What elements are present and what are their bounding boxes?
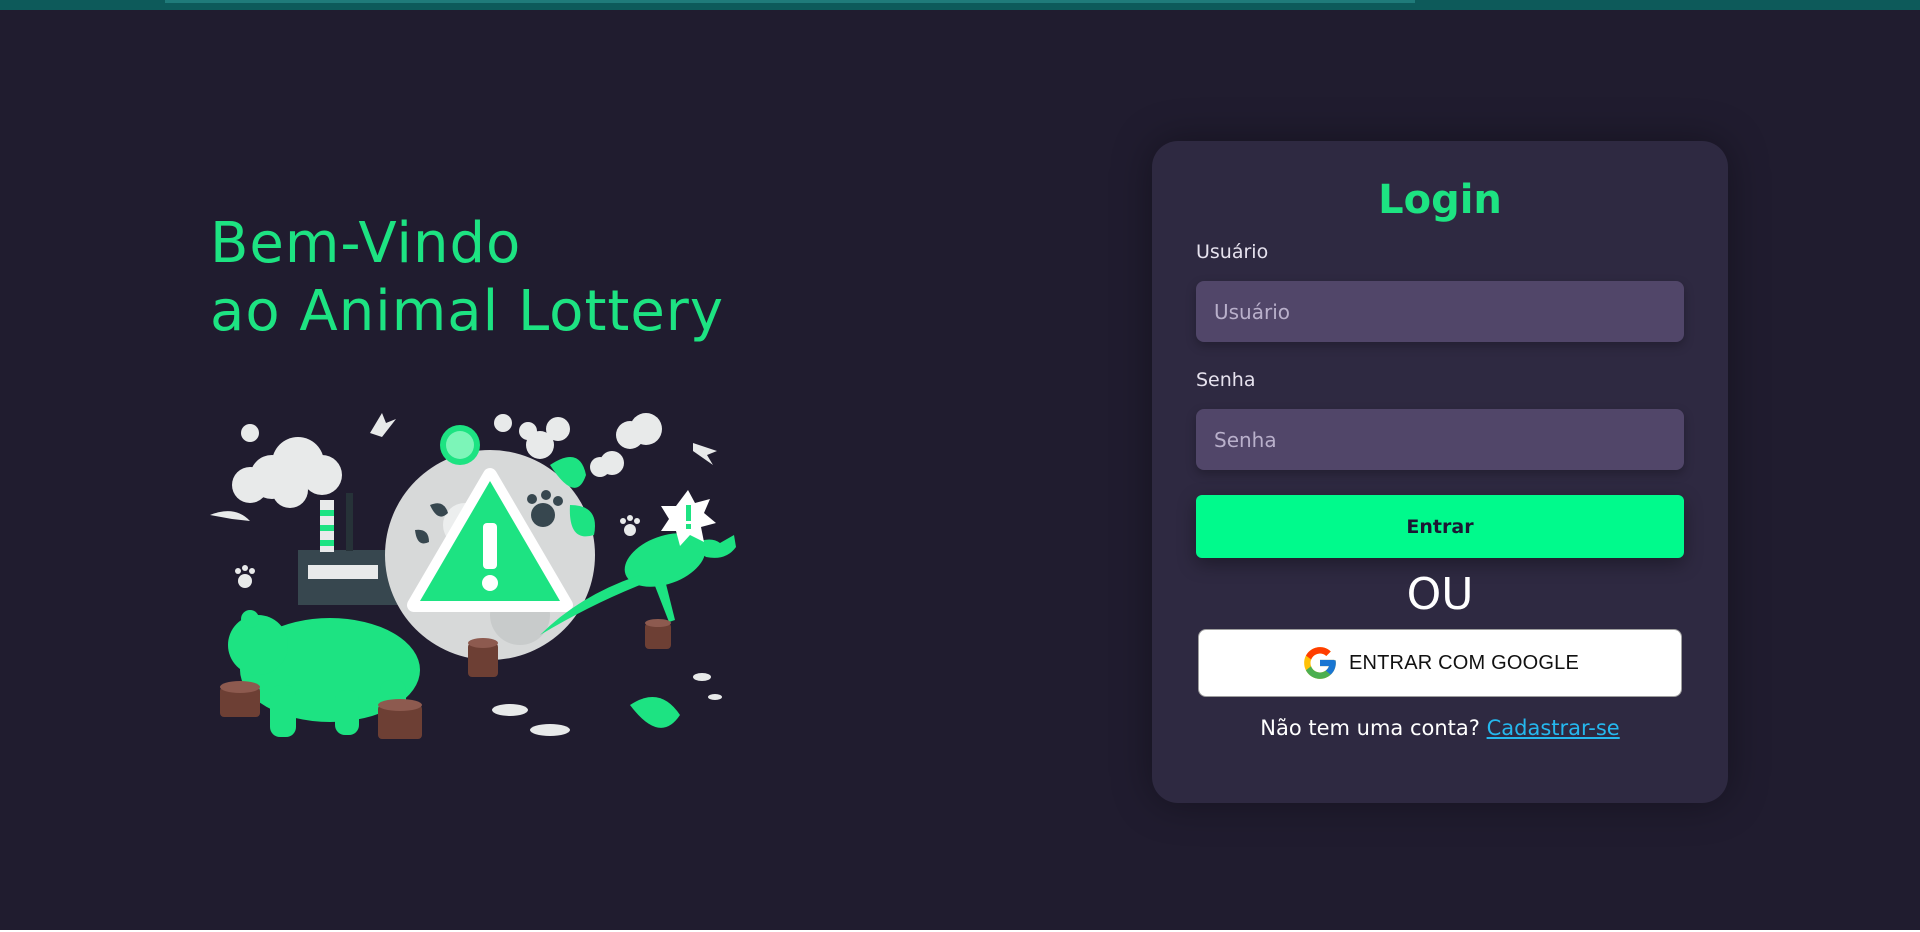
welcome-heading: Bem-Vindo ao Animal Lottery (210, 210, 724, 346)
password-input[interactable] (1196, 409, 1684, 470)
password-label: Senha (1196, 369, 1256, 391)
username-label: Usuário (1196, 241, 1269, 263)
browser-top-strip (0, 0, 1920, 10)
top-strip-highlight (165, 0, 1415, 3)
google-icon (1304, 647, 1336, 679)
google-sign-in-button[interactable]: ENTRAR COM GOOGLE (1198, 629, 1682, 697)
fish-icon (492, 673, 722, 736)
signup-prompt-text: Não tem uma conta? (1260, 716, 1480, 740)
signup-prompt: Não tem uma conta? Cadastrar-se (1152, 716, 1728, 740)
signup-link[interactable]: Cadastrar-se (1487, 716, 1620, 740)
welcome-line-1: Bem-Vindo (210, 211, 522, 276)
welcome-line-2: ao Animal Lottery (210, 279, 724, 344)
endangered-animals-illustration (210, 413, 736, 739)
username-input[interactable] (1196, 281, 1684, 342)
google-sign-in-label: ENTRAR COM GOOGLE (1348, 651, 1580, 674)
login-submit-button[interactable]: Entrar (1196, 495, 1684, 558)
login-card: Login Usuário Senha Entrar OU ENTRAR COM… (1152, 141, 1728, 803)
factory-icon (298, 493, 398, 605)
login-title: Login (1378, 177, 1502, 223)
green-leaf-icon (630, 697, 680, 728)
or-divider-text: OU (1406, 569, 1474, 620)
